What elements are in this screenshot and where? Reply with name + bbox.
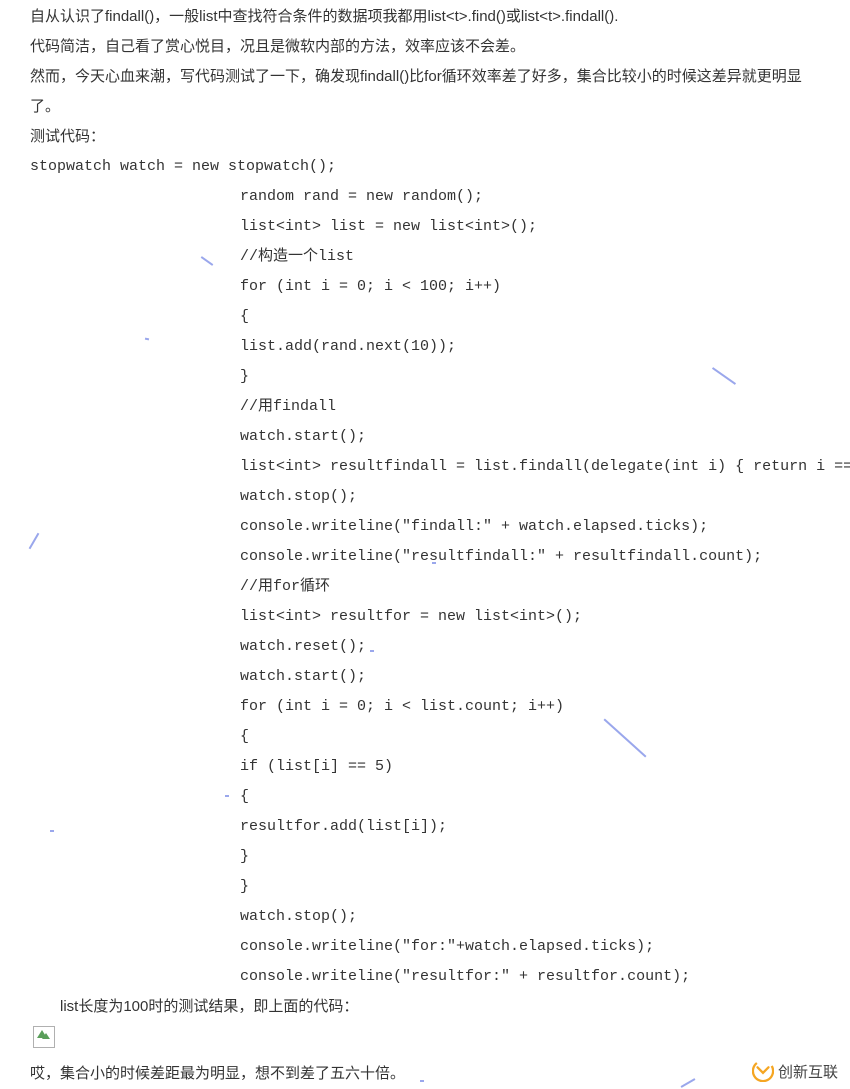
intro-paragraph-2: 代码简洁，自己看了赏心悦目，况且是微软内部的方法，效率应该不会差。	[30, 32, 820, 62]
code-line: list.add(rand.next(10));	[30, 332, 820, 362]
code-line: {	[30, 302, 820, 332]
code-line: console.writeline("resultfor:" + resultf…	[30, 962, 820, 992]
code-line: //用for循环	[30, 572, 820, 602]
code-line: console.writeline("resultfindall:" + res…	[30, 542, 820, 572]
code-line: random rand = new random();	[30, 182, 820, 212]
code-line: list<int> resultfor = new list<int>();	[30, 602, 820, 632]
code-line: list<int> list = new list<int>();	[30, 212, 820, 242]
code-line: watch.start();	[30, 662, 820, 692]
code-line: watch.reset();	[30, 632, 820, 662]
code-line: for (int i = 0; i < list.count; i++)	[30, 692, 820, 722]
code-line: watch.stop();	[30, 902, 820, 932]
intro-paragraph-4: 测试代码：	[30, 122, 820, 152]
code-line: list<int> resultfindall = list.findall(d…	[30, 452, 820, 482]
conclusion-paragraph: 哎，集合小的时候差距最为明显，想不到差了五六十倍。	[30, 1059, 820, 1089]
intro-paragraph-1: 自从认识了findall()，一般list中查找符合条件的数据项我都用list<…	[30, 2, 820, 32]
code-line: {	[30, 722, 820, 752]
code-line: {	[30, 782, 820, 812]
brand-logo-icon	[752, 1060, 774, 1082]
brand-text: 创新互联	[778, 1061, 838, 1082]
article-content: 自从认识了findall()，一般list中查找符合条件的数据项我都用list<…	[0, 0, 850, 1089]
code-line: if (list[i] == 5)	[30, 752, 820, 782]
code-line: console.writeline("for:"+watch.elapsed.t…	[30, 932, 820, 962]
brand-badge[interactable]: 创新互联	[740, 1054, 850, 1088]
broken-image-icon	[33, 1026, 55, 1048]
code-line: }	[30, 872, 820, 902]
code-line: //构造一个list	[30, 242, 820, 272]
code-line: resultfor.add(list[i]);	[30, 812, 820, 842]
code-line: //用findall	[30, 392, 820, 422]
result-label: list长度为100时的测试结果，即上面的代码：	[30, 992, 820, 1022]
intro-paragraph-3: 然而，今天心血来潮，写代码测试了一下，确发现findall()比for循环效率差…	[30, 62, 820, 122]
code-line: for (int i = 0; i < 100; i++)	[30, 272, 820, 302]
code-line: }	[30, 362, 820, 392]
code-line: watch.stop();	[30, 482, 820, 512]
code-line: watch.start();	[30, 422, 820, 452]
code-line: console.writeline("findall:" + watch.ela…	[30, 512, 820, 542]
code-line: }	[30, 842, 820, 872]
code-line: stopwatch watch = new stopwatch();	[30, 152, 820, 182]
